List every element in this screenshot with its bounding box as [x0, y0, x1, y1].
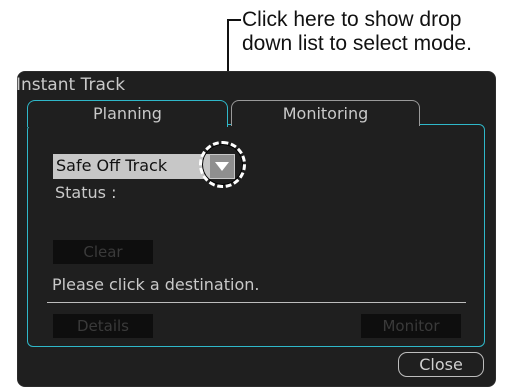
callout-line-1: Click here to show drop [242, 8, 462, 31]
divider [47, 302, 466, 303]
tab-planning[interactable]: Planning [27, 100, 228, 127]
callout-line-2: down list to select mode. [242, 32, 472, 55]
clear-button[interactable]: Clear [53, 240, 153, 264]
close-button[interactable]: Close [398, 352, 484, 377]
details-button[interactable]: Details [53, 314, 153, 338]
mode-select-value: Safe Off Track [56, 156, 168, 175]
callout-annotation: Click here to show drop down list to sel… [242, 8, 472, 56]
callout-connector-horizontal [227, 19, 241, 21]
dialog-title: Instant Track [16, 75, 126, 95]
tab-monitoring[interactable]: Monitoring [231, 100, 420, 126]
destination-hint: Please click a destination. [52, 275, 260, 294]
status-label: Status : [55, 183, 117, 202]
monitor-button[interactable]: Monitor [361, 314, 461, 338]
highlight-circle [199, 141, 246, 188]
